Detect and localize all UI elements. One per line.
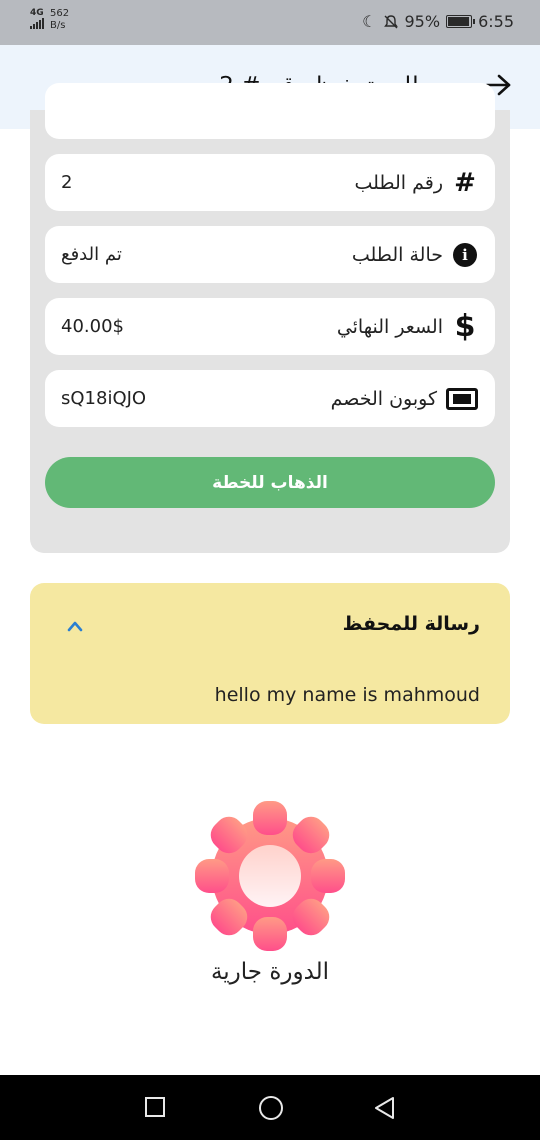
net-speed: 562 B/s	[50, 8, 69, 32]
clock: 6:55	[478, 12, 514, 31]
status-left: 4G 562 B/s	[30, 8, 69, 32]
coupon-label: كوبون الخصم	[330, 387, 437, 410]
signal-indicator: 4G	[30, 8, 44, 29]
gear-icon	[195, 801, 345, 951]
system-nav-bar	[0, 1075, 540, 1140]
info-icon: i	[453, 242, 477, 267]
field-final-price: 40.00$ $ السعر النهائي	[45, 298, 495, 355]
signal-bars-icon	[30, 18, 44, 29]
order-number-label: رقم الطلب	[354, 171, 443, 194]
field-order-status: تم الدفع i حالة الطلب	[45, 226, 495, 283]
net-speed-value: 562	[50, 8, 70, 19]
final-price-label: السعر النهائي	[336, 315, 443, 338]
field-discount-coupon: sQ18iQJO كوبون الخصم	[45, 370, 495, 427]
order-number-value: 2	[61, 172, 73, 193]
field-order-number: 2 # رقم الطلب	[45, 154, 495, 211]
order-status-label: حالة الطلب	[351, 243, 443, 266]
dollar-icon: $	[454, 309, 476, 344]
final-price-value: 40.00$	[61, 316, 124, 337]
back-triangle-icon[interactable]	[372, 1095, 398, 1121]
battery-percent: 95%	[404, 12, 441, 31]
teacher-message-card[interactable]: رسالة للمحفظ hello my name is mahmoud	[30, 583, 510, 724]
field-hidden-top	[45, 83, 495, 139]
net-speed-unit: B/s	[50, 20, 66, 31]
network-type: 4G	[30, 8, 44, 18]
ticket-icon	[446, 387, 478, 410]
battery-icon	[446, 15, 476, 28]
status-right: ☾ 95% 6:55	[362, 12, 514, 31]
message-body: hello my name is mahmoud	[214, 684, 480, 706]
moon-icon: ☾	[362, 12, 377, 31]
go-to-plan-button[interactable]: الذهاب للخطة	[45, 457, 495, 508]
course-status-caption: الدورة جارية	[210, 959, 330, 985]
coupon-value: sQ18iQJO	[61, 388, 147, 409]
order-status-value: تم الدفع	[61, 244, 122, 265]
message-title: رسالة للمحفظ	[342, 613, 480, 635]
hash-icon: #	[454, 167, 476, 198]
recents-icon[interactable]	[145, 1097, 165, 1117]
order-details-card: 2 # رقم الطلب تم الدفع i حالة الطلب 40.0…	[30, 83, 510, 553]
chevron-up-icon[interactable]	[66, 613, 84, 637]
home-icon[interactable]	[259, 1096, 283, 1120]
status-bar: 4G 562 B/s ☾ 95% 6:55	[0, 0, 540, 45]
bell-off-icon	[383, 14, 398, 28]
